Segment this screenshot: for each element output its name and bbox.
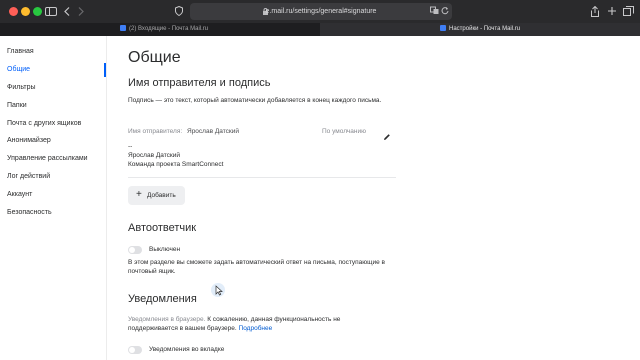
browser-notifications-note: Уведомления в браузере. К сожалению, дан… <box>128 315 368 333</box>
more-link[interactable]: Подробнее <box>239 325 273 332</box>
address-bar[interactable]: e.mail.ru/settings/general#signature <box>190 3 452 20</box>
divider <box>128 177 396 178</box>
settings-content: Общие Имя отправителя и подпись Подпись … <box>107 36 640 360</box>
tab-label: Настройки - Почта Mail.ru <box>449 26 521 32</box>
autoresponder-description: В этом разделе вы сможете задать автомат… <box>128 259 386 275</box>
sidebar-item-action-log[interactable]: Лог действий <box>7 172 50 182</box>
url-text: e.mail.ru/settings/general#signature <box>265 8 377 15</box>
active-indicator <box>104 63 106 77</box>
tab-bar: (2) Входящие - Почта Mail.ru Настройки -… <box>0 23 640 36</box>
toggle-knob <box>129 347 135 353</box>
sidebar-icon[interactable] <box>44 4 58 19</box>
tab-notifications-toggle[interactable] <box>128 346 142 354</box>
new-tab-icon[interactable] <box>607 4 617 19</box>
notifications-heading: Уведомления <box>128 293 197 305</box>
sidebar-item-filters[interactable]: Фильтры <box>7 83 36 93</box>
signature-line: Ярослав Датский <box>128 152 180 159</box>
sidebar-item-folders[interactable]: Папки <box>7 101 27 111</box>
page-title: Общие <box>128 49 181 66</box>
mail-favicon-icon <box>440 25 446 31</box>
settings-sidebar: Главная Общие Фильтры Папки Почта с друг… <box>0 36 107 360</box>
tabs-overview-icon[interactable] <box>622 4 634 19</box>
sender-name-label: Имя отправителя: <box>128 128 183 135</box>
plus-icon: + <box>136 189 142 200</box>
autoresponder-status: Выключен <box>149 246 181 253</box>
signature-line: Команда проекта SmartConnect <box>128 161 224 168</box>
forward-icon[interactable] <box>76 4 86 19</box>
sidebar-item-anonymizer[interactable]: Анонимайзер <box>7 136 51 146</box>
autoresponder-toggle[interactable] <box>128 246 142 254</box>
toggle-knob <box>129 247 135 253</box>
sidebar-item-security[interactable]: Безопасность <box>7 208 52 218</box>
tab-settings[interactable]: Настройки - Почта Mail.ru <box>320 23 640 36</box>
sidebar-item-subscriptions[interactable]: Управление рассылками <box>7 154 88 164</box>
reload-icon[interactable] <box>441 6 449 17</box>
minimize-window-button[interactable] <box>21 7 30 16</box>
sidebar-item-home[interactable]: Главная <box>7 47 34 57</box>
add-signature-button[interactable]: + Добавить <box>128 186 185 205</box>
shield-icon[interactable] <box>174 4 184 19</box>
default-badge: По умолчанию <box>322 128 366 135</box>
share-icon[interactable] <box>590 4 600 19</box>
maximize-window-button[interactable] <box>33 7 42 16</box>
mouse-cursor-icon <box>211 283 225 297</box>
sidebar-item-collector[interactable]: Почта с других ящиков <box>7 119 81 129</box>
add-button-label: Добавить <box>147 192 176 199</box>
sidebar-item-general[interactable]: Общие <box>7 65 30 75</box>
browser-toolbar: e.mail.ru/settings/general#signature <box>0 0 640 23</box>
autoresponder-heading: Автоответчик <box>128 222 197 234</box>
translate-icon[interactable] <box>430 6 439 17</box>
signature-description: Подпись — это текст, который автоматичес… <box>128 97 382 104</box>
sidebar-item-account[interactable]: Аккаунт <box>7 190 32 200</box>
browser-notifications-label: Уведомления в браузере. <box>128 316 206 323</box>
close-window-button[interactable] <box>9 7 18 16</box>
mail-favicon-icon <box>120 25 126 31</box>
tab-inbox[interactable]: (2) Входящие - Почта Mail.ru <box>0 23 320 36</box>
back-icon[interactable] <box>62 4 72 19</box>
signature-line: -- <box>128 143 133 150</box>
tab-notifications-label: Уведомления во вкладке <box>149 346 225 353</box>
edit-pencil-icon[interactable] <box>383 128 391 140</box>
tab-label: (2) Входящие - Почта Mail.ru <box>129 26 209 32</box>
signature-heading: Имя отправителя и подпись <box>128 77 271 89</box>
sender-name-value: Ярослав Датский <box>187 128 239 135</box>
